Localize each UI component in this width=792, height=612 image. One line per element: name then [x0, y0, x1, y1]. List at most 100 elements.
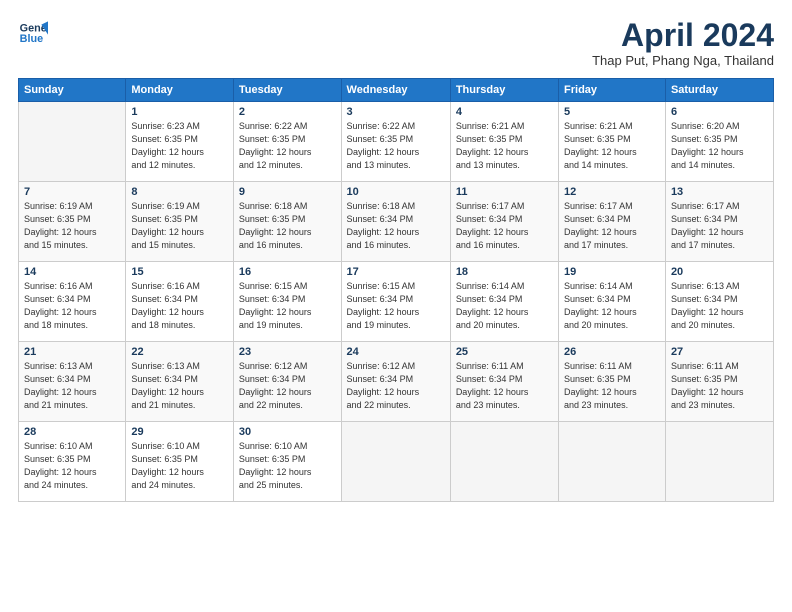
calendar-cell: 27 Sunrise: 6:11 AMSunset: 6:35 PMDayligh… [665, 342, 773, 422]
day-number: 9 [239, 186, 336, 198]
day-number: 23 [239, 346, 336, 358]
day-number: 22 [131, 346, 228, 358]
col-header-thursday: Thursday [450, 79, 558, 102]
day-detail: Sunrise: 6:17 AMSunset: 6:34 PMDaylight:… [671, 200, 768, 252]
col-header-wednesday: Wednesday [341, 79, 450, 102]
day-number: 24 [347, 346, 445, 358]
day-number: 5 [564, 106, 660, 118]
day-detail: Sunrise: 6:15 AMSunset: 6:34 PMDaylight:… [239, 280, 336, 332]
day-number: 16 [239, 266, 336, 278]
day-detail: Sunrise: 6:22 AMSunset: 6:35 PMDaylight:… [239, 120, 336, 172]
day-number: 10 [347, 186, 445, 198]
day-detail: Sunrise: 6:17 AMSunset: 6:34 PMDaylight:… [564, 200, 660, 252]
calendar-cell [450, 422, 558, 502]
calendar-cell: 23 Sunrise: 6:12 AMSunset: 6:34 PMDayligh… [233, 342, 341, 422]
day-number: 7 [24, 186, 120, 198]
calendar-cell: 25Sunrise: 6:11 AMSunset: 6:34 PMDayligh… [450, 342, 558, 422]
logo-icon: General Blue [18, 18, 48, 48]
logo: General Blue [18, 18, 48, 48]
day-detail: Sunrise: 6:10 AMSunset: 6:35 PMDaylight:… [24, 440, 120, 492]
calendar-cell: 11 Sunrise: 6:17 AMSunset: 6:34 PMDayligh… [450, 182, 558, 262]
calendar-cell [559, 422, 666, 502]
calendar-cell: 21Sunrise: 6:13 AMSunset: 6:34 PMDayligh… [19, 342, 126, 422]
calendar-cell: 13 Sunrise: 6:17 AMSunset: 6:34 PMDayligh… [665, 182, 773, 262]
day-number: 17 [347, 266, 445, 278]
calendar-cell [19, 102, 126, 182]
day-detail: Sunrise: 6:14 AMSunset: 6:34 PMDaylight:… [456, 280, 553, 332]
calendar-cell: 15 Sunrise: 6:16 AMSunset: 6:34 PMDayligh… [126, 262, 234, 342]
day-detail: Sunrise: 6:15 AMSunset: 6:34 PMDaylight:… [347, 280, 445, 332]
day-detail: Sunrise: 6:23 AMSunset: 6:35 PMDaylight:… [131, 120, 228, 172]
day-detail: Sunrise: 6:10 AMSunset: 6:35 PMDaylight:… [131, 440, 228, 492]
col-header-friday: Friday [559, 79, 666, 102]
day-number: 18 [456, 266, 553, 278]
calendar-cell: 28 Sunrise: 6:10 AMSunset: 6:35 PMDayligh… [19, 422, 126, 502]
day-detail: Sunrise: 6:21 AMSunset: 6:35 PMDaylight:… [456, 120, 553, 172]
day-detail: Sunrise: 6:12 AMSunset: 6:34 PMDaylight:… [347, 360, 445, 412]
day-detail: Sunrise: 6:13 AMSunset: 6:34 PMDaylight:… [671, 280, 768, 332]
calendar-cell: 3 Sunrise: 6:22 AMSunset: 6:35 PMDaylight… [341, 102, 450, 182]
day-detail: Sunrise: 6:12 AMSunset: 6:34 PMDaylight:… [239, 360, 336, 412]
day-number: 12 [564, 186, 660, 198]
col-header-monday: Monday [126, 79, 234, 102]
calendar-cell: 7 Sunrise: 6:19 AMSunset: 6:35 PMDaylight… [19, 182, 126, 262]
day-detail: Sunrise: 6:20 AMSunset: 6:35 PMDaylight:… [671, 120, 768, 172]
week-row-2: 7 Sunrise: 6:19 AMSunset: 6:35 PMDaylight… [19, 182, 774, 262]
calendar-cell: 17 Sunrise: 6:15 AMSunset: 6:34 PMDayligh… [341, 262, 450, 342]
calendar-cell [341, 422, 450, 502]
day-detail: Sunrise: 6:11 AMSunset: 6:35 PMDaylight:… [671, 360, 768, 412]
day-detail: Sunrise: 6:18 AMSunset: 6:35 PMDaylight:… [239, 200, 336, 252]
calendar-cell: 16 Sunrise: 6:15 AMSunset: 6:34 PMDayligh… [233, 262, 341, 342]
day-detail: Sunrise: 6:16 AMSunset: 6:34 PMDaylight:… [24, 280, 120, 332]
location-subtitle: Thap Put, Phang Nga, Thailand [592, 53, 774, 68]
calendar-cell: 14 Sunrise: 6:16 AMSunset: 6:34 PMDayligh… [19, 262, 126, 342]
day-number: 19 [564, 266, 660, 278]
day-detail: Sunrise: 6:11 AMSunset: 6:35 PMDaylight:… [564, 360, 660, 412]
day-number: 29 [131, 426, 228, 438]
calendar-cell: 19 Sunrise: 6:14 AMSunset: 6:34 PMDayligh… [559, 262, 666, 342]
day-detail: Sunrise: 6:16 AMSunset: 6:34 PMDaylight:… [131, 280, 228, 332]
calendar-table: SundayMondayTuesdayWednesdayThursdayFrid… [18, 78, 774, 502]
day-number: 14 [24, 266, 120, 278]
day-number: 28 [24, 426, 120, 438]
day-number: 8 [131, 186, 228, 198]
day-detail: Sunrise: 6:22 AMSunset: 6:35 PMDaylight:… [347, 120, 445, 172]
week-row-4: 21Sunrise: 6:13 AMSunset: 6:34 PMDayligh… [19, 342, 774, 422]
calendar-cell: 10Sunrise: 6:18 AMSunset: 6:34 PMDayligh… [341, 182, 450, 262]
calendar-cell: 18 Sunrise: 6:14 AMSunset: 6:34 PMDayligh… [450, 262, 558, 342]
week-row-1: 1 Sunrise: 6:23 AMSunset: 6:35 PMDaylight… [19, 102, 774, 182]
calendar-cell: 4 Sunrise: 6:21 AMSunset: 6:35 PMDaylight… [450, 102, 558, 182]
title-block: April 2024 Thap Put, Phang Nga, Thailand [592, 18, 774, 68]
month-title: April 2024 [592, 18, 774, 53]
day-number: 30 [239, 426, 336, 438]
col-header-sunday: Sunday [19, 79, 126, 102]
calendar-cell: 26Sunrise: 6:11 AMSunset: 6:35 PMDayligh… [559, 342, 666, 422]
col-header-saturday: Saturday [665, 79, 773, 102]
calendar-cell: 2 Sunrise: 6:22 AMSunset: 6:35 PMDaylight… [233, 102, 341, 182]
day-detail: Sunrise: 6:13 AMSunset: 6:34 PMDaylight:… [24, 360, 120, 412]
page: General Blue April 2024 Thap Put, Phang … [0, 0, 792, 612]
calendar-cell: 6Sunrise: 6:20 AMSunset: 6:35 PMDaylight… [665, 102, 773, 182]
calendar-cell: 30Sunrise: 6:10 AMSunset: 6:35 PMDayligh… [233, 422, 341, 502]
calendar-cell: 9 Sunrise: 6:18 AMSunset: 6:35 PMDaylight… [233, 182, 341, 262]
header-row: SundayMondayTuesdayWednesdayThursdayFrid… [19, 79, 774, 102]
calendar-cell: 5Sunrise: 6:21 AMSunset: 6:35 PMDaylight… [559, 102, 666, 182]
calendar-cell: 29 Sunrise: 6:10 AMSunset: 6:35 PMDayligh… [126, 422, 234, 502]
week-row-3: 14 Sunrise: 6:16 AMSunset: 6:34 PMDayligh… [19, 262, 774, 342]
day-detail: Sunrise: 6:19 AMSunset: 6:35 PMDaylight:… [24, 200, 120, 252]
day-number: 3 [347, 106, 445, 118]
day-number: 13 [671, 186, 768, 198]
day-number: 11 [456, 186, 553, 198]
header: General Blue April 2024 Thap Put, Phang … [18, 18, 774, 68]
day-number: 2 [239, 106, 336, 118]
calendar-cell: 24 Sunrise: 6:12 AMSunset: 6:34 PMDayligh… [341, 342, 450, 422]
calendar-cell: 8Sunrise: 6:19 AMSunset: 6:35 PMDaylight… [126, 182, 234, 262]
day-number: 1 [131, 106, 228, 118]
day-number: 4 [456, 106, 553, 118]
day-number: 15 [131, 266, 228, 278]
day-detail: Sunrise: 6:17 AMSunset: 6:34 PMDaylight:… [456, 200, 553, 252]
day-detail: Sunrise: 6:13 AMSunset: 6:34 PMDaylight:… [131, 360, 228, 412]
day-number: 27 [671, 346, 768, 358]
day-number: 25 [456, 346, 553, 358]
day-detail: Sunrise: 6:14 AMSunset: 6:34 PMDaylight:… [564, 280, 660, 332]
